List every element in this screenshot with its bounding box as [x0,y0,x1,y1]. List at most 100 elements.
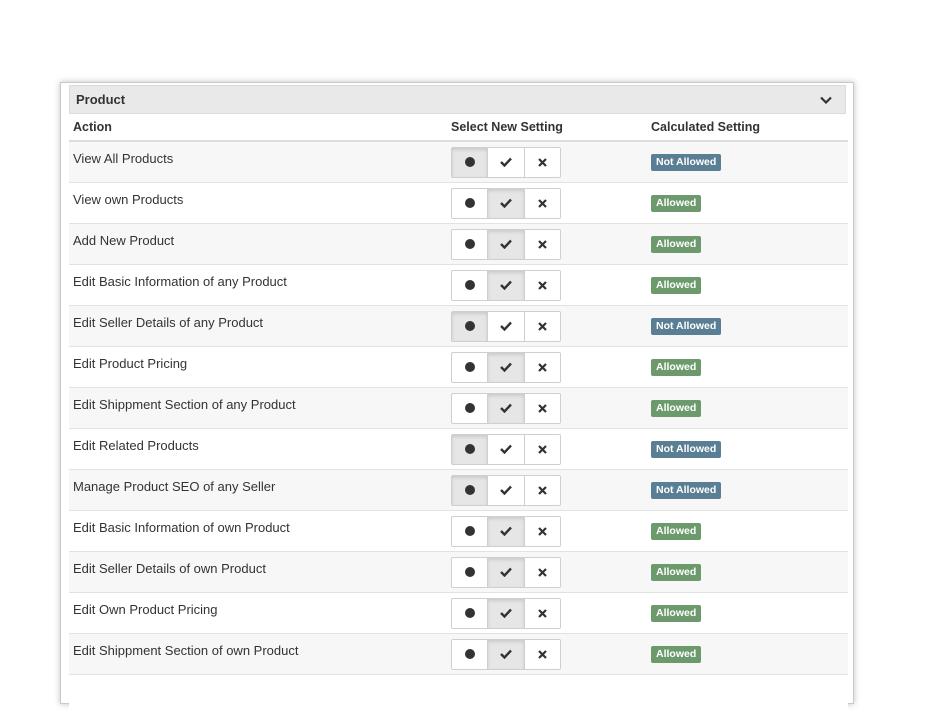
permission-toggle[interactable] [451,393,561,424]
inherit-option-button[interactable] [452,312,488,341]
inherit-option-button[interactable] [452,517,488,546]
dot-icon [465,157,475,167]
allow-option-button[interactable] [488,435,524,464]
check-icon [500,278,512,293]
deny-option-button[interactable] [525,435,560,464]
permission-toggle[interactable] [451,352,561,383]
check-icon [500,319,512,334]
calculated-cell [647,675,848,715]
calculated-cell: Allowed [647,224,848,265]
action-cell [69,675,447,715]
table-row: Edit Shippment Section of own ProductAll… [69,634,848,675]
permission-toggle[interactable] [451,557,561,588]
action-cell: View All Products [69,141,447,183]
dot-icon [465,526,475,536]
status-badge: Allowed [651,277,701,294]
allow-option-button[interactable] [488,189,524,218]
action-label: View own Products [73,192,183,207]
inherit-option-button[interactable] [452,189,488,218]
action-label: Edit Basic Information of any Product [73,274,287,289]
deny-option-button[interactable] [525,476,560,505]
permission-toggle[interactable] [451,229,561,260]
allow-option-button[interactable] [488,312,524,341]
permission-toggle[interactable] [451,147,561,178]
check-icon [500,647,512,662]
permission-toggle[interactable] [451,188,561,219]
status-badge: Allowed [651,195,701,212]
allow-option-button[interactable] [488,558,524,587]
calculated-cell: Allowed [647,347,848,388]
permission-toggle[interactable] [451,639,561,670]
deny-option-button[interactable] [525,148,560,177]
deny-option-button[interactable] [525,394,560,423]
allow-option-button[interactable] [488,599,524,628]
action-cell: Add New Product [69,224,447,265]
permission-toggle[interactable] [451,270,561,301]
inherit-option-button[interactable] [452,640,488,669]
deny-option-button[interactable] [525,312,560,341]
panel-header[interactable]: Product [69,85,846,114]
inherit-option-button[interactable] [452,271,488,300]
deny-option-button[interactable] [525,517,560,546]
table-row: Edit Seller Details of any ProductNot Al… [69,306,848,347]
inherit-option-button[interactable] [452,148,488,177]
select-cell [447,511,647,552]
allow-option-button[interactable] [488,640,524,669]
inherit-option-button[interactable] [452,435,488,464]
allow-option-button[interactable] [488,148,524,177]
check-icon [500,483,512,498]
dot-icon [465,649,475,659]
select-cell [447,429,647,470]
dot-icon [465,403,475,413]
inherit-option-button[interactable] [452,599,488,628]
select-cell [447,470,647,511]
table-row: Edit Related ProductsNot Allowed [69,429,848,470]
deny-option-button[interactable] [525,599,560,628]
deny-option-button[interactable] [525,558,560,587]
inherit-option-button[interactable] [452,230,488,259]
allow-option-button[interactable] [488,353,524,382]
calculated-cell: Allowed [647,183,848,224]
allow-option-button[interactable] [488,394,524,423]
select-cell [447,306,647,347]
action-cell: Edit Seller Details of any Product [69,306,447,347]
deny-option-button[interactable] [525,189,560,218]
close-icon [538,360,547,375]
permission-toggle[interactable] [451,598,561,629]
deny-option-button[interactable] [525,271,560,300]
calculated-cell: Not Allowed [647,141,848,183]
action-label: Edit Shippment Section of own Product [73,643,298,658]
permission-toggle[interactable] [451,475,561,506]
check-icon [500,524,512,539]
close-icon [538,155,547,170]
inherit-option-button[interactable] [452,558,488,587]
column-header-action: Action [69,114,447,141]
allow-option-button[interactable] [488,517,524,546]
close-icon [538,278,547,293]
panel-inner: Product Action Select New Setting Calcul… [69,85,846,715]
inherit-option-button[interactable] [452,476,488,505]
check-icon [500,196,512,211]
permission-toggle[interactable] [451,516,561,547]
dot-icon [465,280,475,290]
action-label: Edit Own Product Pricing [73,602,218,617]
permission-toggle[interactable] [451,434,561,465]
table-row: Edit Basic Information of own ProductAll… [69,511,848,552]
deny-option-button[interactable] [525,353,560,382]
allow-option-button[interactable] [488,271,524,300]
check-icon [500,401,512,416]
deny-option-button[interactable] [525,230,560,259]
select-cell [447,141,647,183]
close-icon [538,237,547,252]
table-row [69,675,848,715]
deny-option-button[interactable] [525,640,560,669]
allow-option-button[interactable] [488,230,524,259]
allow-option-button[interactable] [488,476,524,505]
inherit-option-button[interactable] [452,394,488,423]
calculated-cell: Allowed [647,511,848,552]
table-body: View All Products Not Allowed View own Pro… [69,141,848,715]
permission-toggle[interactable] [451,311,561,342]
inherit-option-button[interactable] [452,353,488,382]
chevron-down-icon[interactable] [819,93,833,107]
action-label: View All Products [73,151,173,166]
